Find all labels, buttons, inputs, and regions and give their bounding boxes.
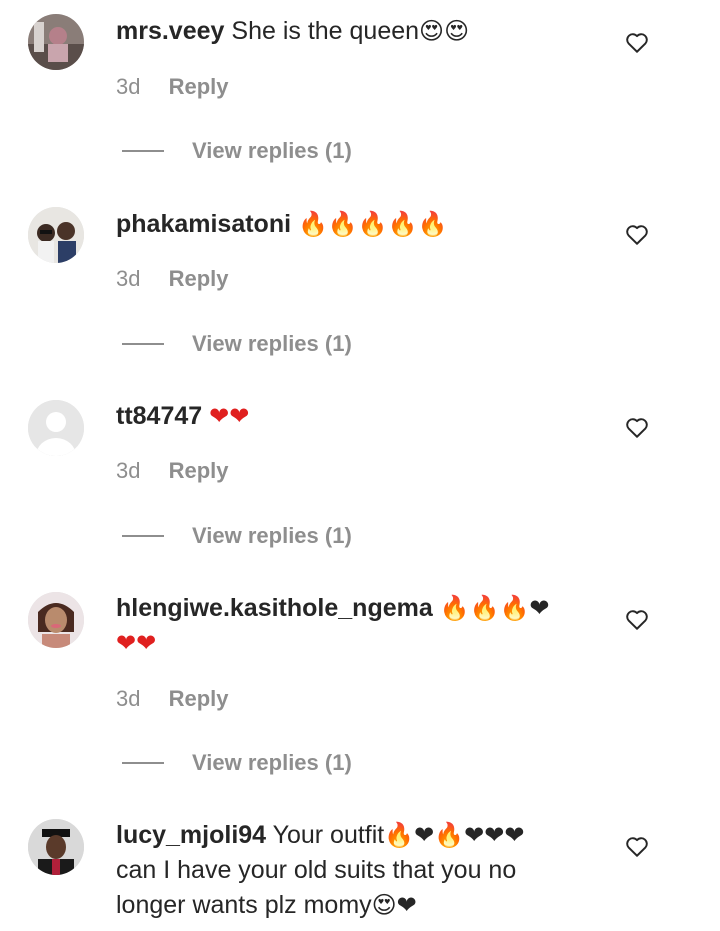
comment-time: 3d: [116, 266, 141, 291]
like-heart-icon[interactable]: [624, 221, 650, 247]
like-heart-icon[interactable]: [624, 29, 650, 55]
comment-body: mrs.veey She is the queen😍😍: [116, 14, 606, 49]
avatar-photo: [28, 14, 84, 70]
avatar-photo: [28, 207, 84, 263]
avatar[interactable]: [28, 207, 84, 263]
comment-body: tt84747 ❤❤: [116, 399, 606, 434]
comment-username[interactable]: hlengiwe.kasithole_ngema: [116, 594, 433, 622]
like-heart-icon[interactable]: [624, 606, 650, 632]
comment-time: 3d: [116, 686, 141, 711]
avatar-photo: [28, 592, 84, 648]
comment-text-line3: longer wants plz momy: [116, 891, 372, 919]
view-replies-button[interactable]: View replies (1): [122, 329, 352, 359]
reply-button[interactable]: Reply: [169, 266, 229, 291]
view-replies-label: View replies (1): [192, 138, 352, 163]
comment-emoji: 🔥🔥🔥❤: [439, 594, 550, 622]
comment-meta: 3d Reply: [116, 686, 229, 712]
comment-emoji: 😍😍: [419, 17, 470, 45]
like-heart-icon[interactable]: [624, 833, 650, 859]
view-replies-label: View replies (1): [192, 523, 352, 548]
comment-username[interactable]: tt84747: [116, 402, 202, 430]
avatar[interactable]: [28, 400, 84, 456]
reply-button[interactable]: Reply: [169, 686, 229, 711]
view-replies-button[interactable]: View replies (1): [122, 748, 352, 778]
comment-meta: 3d Reply: [116, 74, 229, 100]
divider-line: [122, 150, 164, 152]
avatar[interactable]: [28, 819, 84, 875]
comment-username[interactable]: mrs.veey: [116, 17, 224, 45]
comment-body: lucy_mjoli94 Your outfit🔥❤🔥❤❤❤ can I hav…: [116, 818, 606, 923]
comment-text: She is the queen: [231, 17, 420, 45]
reply-button[interactable]: Reply: [169, 458, 229, 483]
comment-body: hlengiwe.kasithole_ngema 🔥🔥🔥❤ ❤❤: [116, 591, 606, 661]
comment-text-line2: can I have your old suits that you no: [116, 856, 517, 884]
comment-meta: 3d Reply: [116, 266, 229, 292]
comment-text: Your outfit: [272, 821, 385, 849]
avatar-photo: [28, 819, 84, 875]
divider-line: [122, 343, 164, 345]
comment-emoji: ❤❤: [209, 402, 250, 430]
view-replies-label: View replies (1): [192, 750, 352, 775]
comment-username[interactable]: phakamisatoni: [116, 210, 291, 238]
comment-time: 3d: [116, 458, 141, 483]
comment-emoji-line2: ❤❤: [116, 629, 157, 657]
view-replies-label: View replies (1): [192, 331, 352, 356]
view-replies-button[interactable]: View replies (1): [122, 521, 352, 551]
like-heart-icon[interactable]: [624, 414, 650, 440]
comment-username[interactable]: lucy_mjoli94: [116, 821, 266, 849]
comment-emoji: 🔥🔥🔥🔥🔥: [298, 210, 448, 238]
avatar[interactable]: [28, 592, 84, 648]
view-replies-button[interactable]: View replies (1): [122, 136, 352, 166]
avatar[interactable]: [28, 14, 84, 70]
comment-meta: 3d Reply: [116, 458, 229, 484]
comment-body: phakamisatoni 🔥🔥🔥🔥🔥: [116, 207, 606, 242]
comment-time: 3d: [116, 74, 141, 99]
comment-emoji: 🔥❤🔥❤❤❤: [384, 821, 525, 849]
comment-emoji-line3: 😍❤: [371, 891, 417, 919]
default-avatar-icon: [28, 400, 84, 456]
reply-button[interactable]: Reply: [169, 74, 229, 99]
divider-line: [122, 762, 164, 764]
divider-line: [122, 535, 164, 537]
